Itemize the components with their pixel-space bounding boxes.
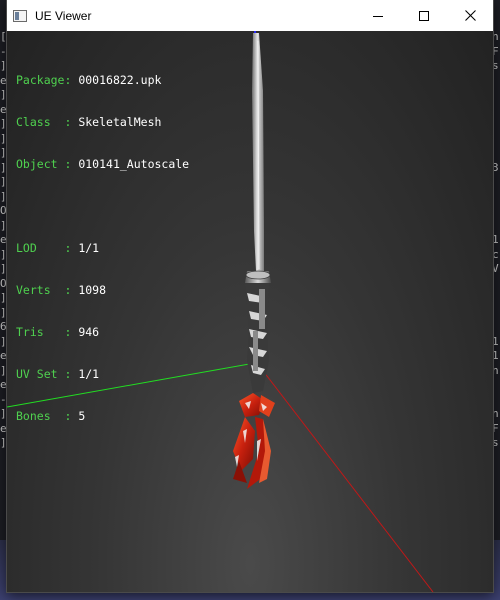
object-value: 010141_Autoscale [78,157,190,171]
uvset-value: 1/1 [78,367,100,381]
ue-viewer-window: UE Viewer Package: 00016822.upk Class: … [7,0,493,592]
minimize-icon [373,15,383,17]
close-button[interactable] [447,0,493,31]
info-lod-row: LOD : 1/1 [16,241,100,255]
app-window-icon [13,9,27,22]
y-axis-line [256,362,434,592]
minimize-button[interactable] [355,0,401,31]
info-bones-row: Bones : 5 [16,409,86,423]
info-object-row: Object : 010141_Autoscale [16,157,190,171]
red-ribbon-tassel [233,393,275,489]
info-uvset-row: UV Set : 1/1 [16,367,100,381]
info-verts-row: Verts : 1098 [16,283,107,297]
info-class-row: Class : SkeletalMesh [16,115,162,129]
class-value: SkeletalMesh [78,115,162,129]
close-icon [464,10,476,21]
background-window-right-edge: n F s 3 1 c V 1 1 n n F s [492,30,499,449]
tris-value: 946 [78,325,100,339]
maximize-button[interactable] [401,0,447,31]
mesh-info-overlay: Package: 00016822.upk Class : SkeletalMe… [16,45,189,451]
maximize-icon [419,10,429,21]
verts-value: 1098 [78,283,107,297]
info-tris-row: Tris : 946 [16,325,100,339]
title-bar[interactable]: UE Viewer [7,0,493,32]
package-value: 00016822.upk [78,73,162,87]
bones-value: 5 [78,409,86,423]
lod-value: 1/1 [78,241,100,255]
window-title: UE Viewer [35,8,92,23]
info-package-row: Package: 00016822.upk [16,73,162,87]
3d-viewport[interactable]: Package: 00016822.upk Class : SkeletalMe… [7,31,493,592]
